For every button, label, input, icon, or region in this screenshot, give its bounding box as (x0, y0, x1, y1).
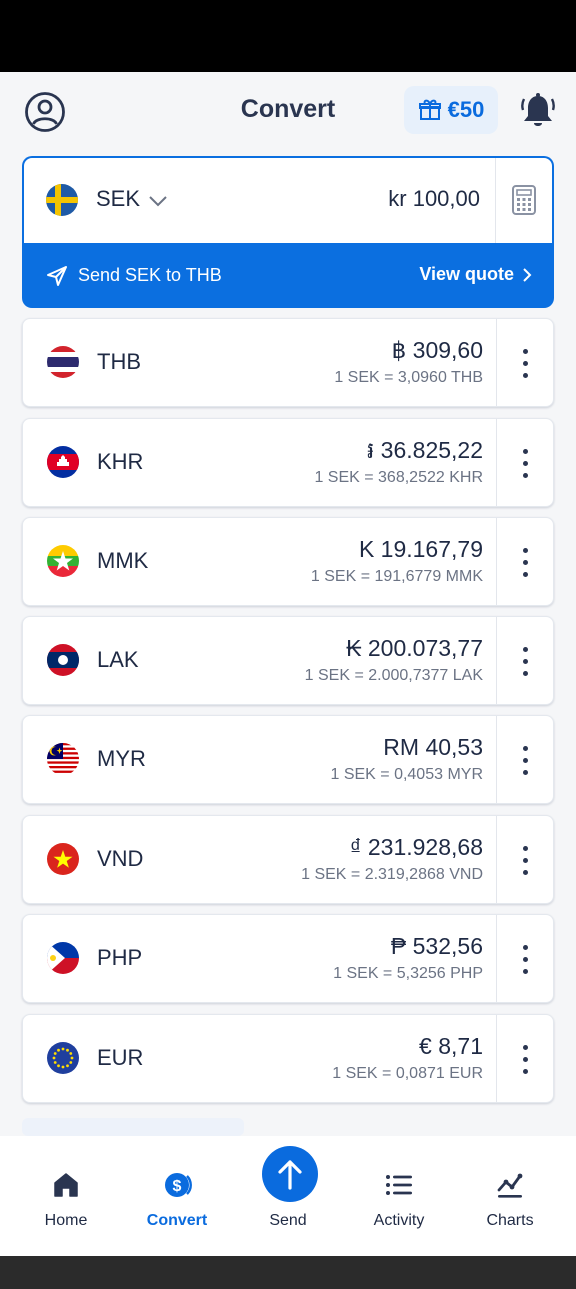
exchange-rate: 1 SEK = 0,0871 EUR (332, 1065, 483, 1082)
reward-button[interactable]: €50 (404, 86, 498, 134)
currency-code: LAK (97, 647, 139, 672)
reward-label: €50 (447, 97, 485, 122)
malaysia-flag-icon (47, 743, 79, 775)
nav-charts[interactable]: Charts (455, 1136, 565, 1256)
nav-send-label[interactable]: Send (233, 1212, 343, 1230)
nav-convert-label: Convert (146, 1212, 208, 1229)
currency-row-vnd[interactable]: VND ₫ 231.928,68 1 SEK = 2.319,2868 VND (22, 815, 554, 904)
bottom-navigation: Home $ Convert Send Activity Charts (0, 1136, 576, 1256)
nav-convert[interactable]: $ Convert (122, 1136, 232, 1256)
divider (496, 1015, 497, 1102)
more-options-icon[interactable] (507, 937, 543, 981)
arrow-up-icon (278, 1160, 302, 1190)
nav-home[interactable]: Home (11, 1136, 121, 1256)
exchange-rate: 1 SEK = 2.000,7377 LAK (304, 667, 483, 684)
view-quote-link[interactable]: View quote (419, 264, 532, 285)
converted-amount: ฿ 309,60 (391, 337, 483, 363)
currency-row-lak[interactable]: LAK ₭ 200.073,77 1 SEK = 2.000,7377 LAK (22, 616, 554, 705)
send-description: Send SEK to THB (78, 265, 222, 285)
currency-row-khr[interactable]: KHR ៛ 36.825,22 1 SEK = 368,2522 KHR (22, 418, 554, 507)
more-options-icon[interactable] (507, 738, 543, 782)
philippines-flag-icon (47, 942, 79, 974)
divider (495, 158, 496, 243)
more-options-icon[interactable] (507, 540, 543, 584)
exchange-rate: 1 SEK = 5,3256 PHP (333, 965, 483, 982)
currency-code: THB (97, 349, 141, 374)
more-options-icon[interactable] (507, 341, 543, 385)
line-chart-icon (495, 1170, 525, 1200)
currency-row-eur[interactable]: EUR € 8,71 1 SEK = 0,0871 EUR (22, 1014, 554, 1103)
currency-code: KHR (97, 449, 144, 474)
converted-amount: € 8,71 (419, 1033, 483, 1059)
converted-amount: ₱ 532,56 (390, 933, 483, 959)
app-header: Convert €50 (0, 72, 576, 150)
source-amount-input[interactable]: kr 100,00 (388, 186, 480, 212)
nav-activity-label: Activity (373, 1212, 425, 1229)
currency-code: MMK (97, 548, 149, 573)
thailand-flag-icon (47, 346, 79, 378)
eu-flag-icon (47, 1042, 79, 1074)
send-quote-bar[interactable]: Send SEK to THB View quote (22, 243, 554, 308)
converted-amount: K 19.167,79 (358, 536, 483, 562)
currency-row-php[interactable]: PHP ₱ 532,56 1 SEK = 5,3256 PHP (22, 914, 554, 1003)
list-icon (384, 1170, 414, 1200)
source-currency-selector[interactable]: SEK (96, 186, 140, 212)
converted-amount: ៛ 36.825,22 (366, 437, 483, 463)
sweden-flag-icon (46, 184, 78, 216)
divider (496, 518, 497, 605)
paper-plane-icon (46, 265, 68, 287)
currency-exchange-icon: $ (162, 1170, 192, 1200)
myanmar-flag-icon (47, 545, 79, 577)
divider (496, 617, 497, 704)
converted-amount: ₭ 200.073,77 (346, 635, 483, 661)
home-icon (51, 1170, 81, 1200)
vietnam-flag-icon (47, 843, 79, 875)
currency-code: MYR (97, 746, 146, 771)
nav-activity[interactable]: Activity (344, 1136, 454, 1256)
more-options-icon[interactable] (507, 639, 543, 683)
profile-icon[interactable] (24, 91, 66, 133)
svg-text:$: $ (173, 1178, 182, 1195)
divider (496, 716, 497, 803)
exchange-rate: 1 SEK = 0,4053 MYR (330, 766, 483, 783)
chevron-right-icon (523, 267, 532, 282)
nav-home-label: Home (44, 1212, 88, 1229)
more-options-icon[interactable] (507, 1037, 543, 1081)
chevron-down-icon[interactable] (148, 194, 168, 208)
status-bar (0, 0, 576, 72)
notifications-bell-icon[interactable] (520, 91, 556, 131)
exchange-rate: 1 SEK = 368,2522 KHR (314, 469, 483, 486)
divider (496, 915, 497, 1002)
more-options-icon[interactable] (507, 838, 543, 882)
divider (496, 419, 497, 506)
exchange-rate: 1 SEK = 2.319,2868 VND (301, 866, 483, 883)
currency-code: EUR (97, 1045, 144, 1070)
send-fab-button[interactable] (262, 1146, 318, 1202)
divider (496, 319, 497, 406)
exchange-rate: 1 SEK = 191,6779 MMK (310, 568, 483, 585)
currency-row-myr[interactable]: MYR RM 40,53 1 SEK = 0,4053 MYR (22, 715, 554, 804)
nav-charts-label: Charts (486, 1212, 534, 1229)
cambodia-flag-icon (47, 446, 79, 478)
source-currency-card: SEK kr 100,00 Send SEK to THB View quote (22, 156, 554, 308)
divider (496, 816, 497, 903)
system-navigation-bar (0, 1256, 576, 1289)
scroll-fade (22, 1118, 244, 1136)
exchange-rate: 1 SEK = 3,0960 THB (334, 369, 483, 386)
converted-amount: RM 40,53 (383, 734, 483, 760)
currency-row-mmk[interactable]: MMK K 19.167,79 1 SEK = 191,6779 MMK (22, 517, 554, 606)
currency-code: PHP (97, 945, 143, 970)
currency-row-thb[interactable]: THB ฿ 309,60 1 SEK = 3,0960 THB (22, 318, 554, 407)
view-quote-label: View quote (419, 264, 514, 284)
calculator-icon[interactable] (508, 184, 540, 216)
more-options-icon[interactable] (507, 441, 543, 485)
gift-icon (418, 99, 441, 120)
converted-amount: ₫ 231.928,68 (349, 834, 483, 860)
source-input-row: SEK kr 100,00 (24, 158, 552, 243)
currency-code: VND (97, 846, 144, 871)
laos-flag-icon (47, 644, 79, 676)
